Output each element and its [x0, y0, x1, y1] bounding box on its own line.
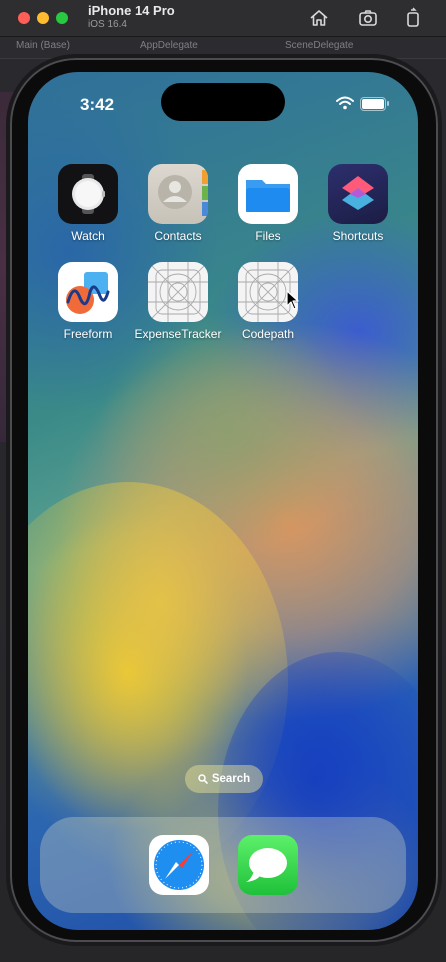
- minimize-window-button[interactable]: [37, 12, 49, 24]
- wifi-icon: [336, 96, 354, 110]
- app-freeform[interactable]: Freeform: [43, 262, 133, 341]
- device-os-version: iOS 16.4: [88, 19, 127, 30]
- rotate-icon[interactable]: [402, 7, 424, 29]
- freeform-app-icon: [58, 262, 118, 322]
- device-name: iPhone 14 Pro: [88, 3, 175, 18]
- close-window-button[interactable]: [18, 12, 30, 24]
- contacts-app-icon: [148, 164, 208, 224]
- files-app-icon: [238, 164, 298, 224]
- app-expensetracker[interactable]: ExpenseTracker: [133, 262, 223, 341]
- zoom-window-button[interactable]: [56, 12, 68, 24]
- status-bar-time: 3:42: [80, 95, 115, 114]
- home-icon[interactable]: [308, 7, 330, 29]
- screenshot-icon[interactable]: [357, 7, 379, 29]
- dock: [40, 817, 406, 913]
- watch-app-icon: [58, 164, 118, 224]
- app-files[interactable]: Files: [223, 164, 313, 243]
- simulator-title-bar: iPhone 14 Pro iOS 16.4: [0, 0, 446, 37]
- placeholder-app-icon: [148, 262, 208, 322]
- shortcuts-app-icon: [328, 164, 388, 224]
- app-label: Watch: [71, 229, 105, 243]
- mouse-cursor-icon: [286, 290, 299, 310]
- app-contacts[interactable]: Contacts: [133, 164, 223, 243]
- app-watch[interactable]: Watch: [43, 164, 133, 243]
- app-label: Shortcuts: [332, 229, 384, 243]
- app-label: Codepath: [241, 327, 295, 341]
- dynamic-island: [161, 83, 285, 121]
- app-shortcuts[interactable]: Shortcuts: [313, 164, 403, 243]
- battery-icon: [360, 97, 389, 111]
- xcode-tab[interactable]: Main (Base): [16, 40, 70, 51]
- search-label: Search: [211, 773, 251, 785]
- app-label: Contacts: [154, 229, 202, 243]
- search-icon: [198, 774, 208, 784]
- safari-app-icon[interactable]: [149, 835, 209, 895]
- xcode-tab[interactable]: AppDelegate: [140, 40, 198, 51]
- xcode-tab-bar: Main (Base) AppDelegate SceneDelegate: [0, 36, 446, 59]
- spotlight-search-button[interactable]: Search: [185, 765, 263, 793]
- app-label: ExpenseTracker: [134, 327, 222, 341]
- app-label: Freeform: [63, 327, 113, 341]
- xcode-tab[interactable]: SceneDelegate: [285, 40, 353, 51]
- app-label: Files: [255, 229, 281, 243]
- messages-app-icon[interactable]: [238, 835, 298, 895]
